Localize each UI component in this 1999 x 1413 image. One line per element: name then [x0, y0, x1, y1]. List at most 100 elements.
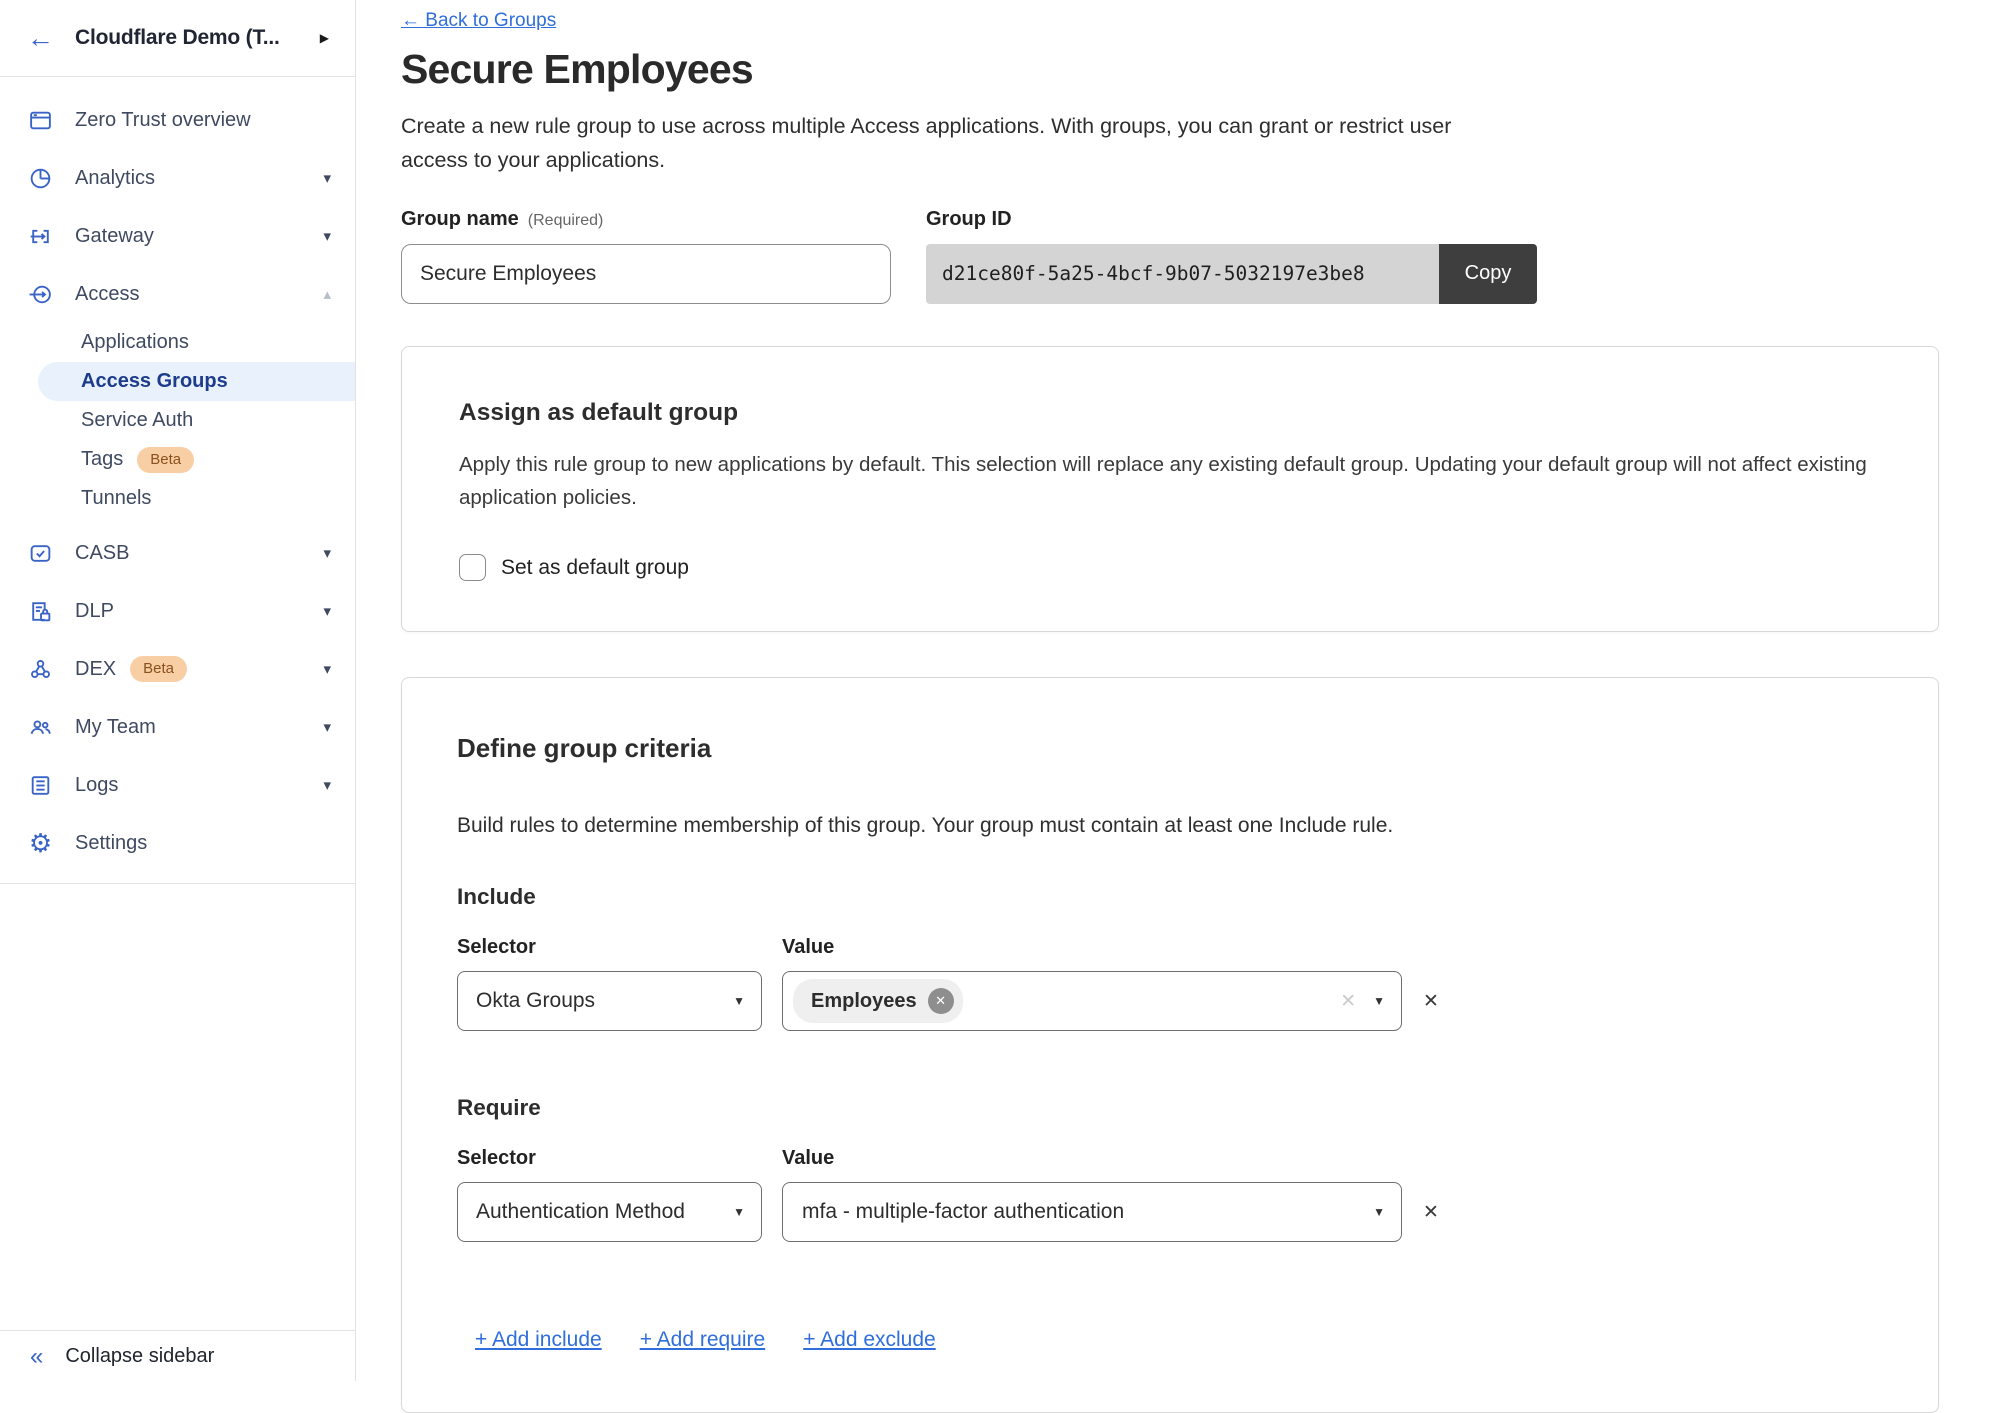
assign-default-group-card: Assign as default group Apply this rule …: [401, 346, 1939, 633]
sidebar-item-label: Logs: [75, 774, 118, 797]
group-name-input[interactable]: [401, 244, 891, 304]
sidebar-item-tags[interactable]: Tags Beta: [0, 440, 355, 479]
page-description: Create a new rule group to use across mu…: [401, 109, 1469, 178]
beta-badge: Beta: [137, 447, 194, 473]
sidebar: ← Cloudflare Demo (T... ▶ Zero Trust ove…: [0, 0, 356, 1381]
sidebar-item-tunnels[interactable]: Tunnels: [0, 479, 355, 518]
clear-values-icon[interactable]: ✕: [1340, 990, 1356, 1013]
sidebar-item-dlp[interactable]: DLP ▾: [0, 582, 355, 640]
sidebar-item-zero-trust-overview[interactable]: Zero Trust overview: [0, 91, 355, 149]
chevron-down-icon: ▾: [323, 169, 331, 187]
sidebar-item-label: CASB: [75, 542, 129, 565]
include-selector-dropdown[interactable]: Okta Groups ▼: [457, 971, 762, 1031]
sidebar-subitem-label: Access Groups: [81, 370, 228, 393]
sidebar-item-access-groups[interactable]: Access Groups: [38, 362, 355, 401]
card-title: Define group criteria: [457, 733, 1881, 764]
collapse-icon: «: [30, 1345, 43, 1369]
copy-button[interactable]: Copy: [1439, 244, 1537, 304]
sidebar-item-label: Gateway: [75, 225, 154, 248]
account-title: Cloudflare Demo (T...: [75, 26, 280, 50]
dex-icon: [27, 657, 54, 682]
chip-remove-icon[interactable]: ✕: [928, 988, 954, 1014]
page-title: Secure Employees: [401, 46, 1999, 93]
sidebar-item-label: DEX: [75, 658, 116, 681]
include-rule-row: Okta Groups ▼ Employees ✕ ✕ ▼ ✕: [457, 971, 1881, 1031]
require-rule-row: Authentication Method ▼ mfa - multiple-f…: [457, 1182, 1881, 1242]
chevron-down-icon: ▾: [323, 227, 331, 245]
chevron-down-icon: ▾: [323, 660, 331, 678]
expand-caret-icon[interactable]: ▶: [320, 31, 329, 45]
card-title: Assign as default group: [459, 399, 1881, 427]
chip-label: Employees: [811, 990, 917, 1013]
sidebar-item-analytics[interactable]: Analytics ▾: [0, 149, 355, 207]
chevron-down-icon: ▼: [1373, 994, 1385, 1008]
main-content: ← Back to Groups Secure Employees Create…: [356, 0, 1999, 1381]
sidebar-item-label: Analytics: [75, 167, 155, 190]
gear-icon: ⚙: [27, 830, 54, 856]
sidebar-subitem-label: Tunnels: [81, 487, 151, 510]
sidebar-item-label: Access: [75, 283, 139, 306]
sidebar-item-gateway[interactable]: Gateway ▾: [0, 207, 355, 265]
selected-option: Okta Groups: [476, 989, 595, 1013]
add-include-link[interactable]: + Add include: [475, 1328, 602, 1352]
sidebar-header: ← Cloudflare Demo (T... ▶: [0, 0, 355, 77]
chevron-down-icon: ▼: [1373, 1205, 1385, 1219]
sidebar-item-access[interactable]: Access ▴: [0, 265, 355, 323]
chevron-up-icon: ▴: [323, 285, 331, 303]
sidebar-item-label: My Team: [75, 716, 156, 739]
chevron-down-icon: ▾: [323, 602, 331, 620]
sidebar-item-dex[interactable]: DEX Beta ▾: [0, 640, 355, 698]
required-hint: (Required): [528, 212, 604, 230]
dlp-icon: [27, 599, 54, 624]
collapse-sidebar-button[interactable]: « Collapse sidebar: [0, 1330, 355, 1381]
value-label: Value: [782, 1147, 834, 1170]
my-team-icon: [27, 715, 54, 740]
sidebar-item-my-team[interactable]: My Team ▾: [0, 698, 355, 756]
value-label: Value: [782, 936, 834, 959]
back-arrow-icon[interactable]: ←: [27, 25, 54, 52]
gateway-icon: [27, 224, 54, 249]
logs-icon: [27, 773, 54, 798]
sidebar-item-applications[interactable]: Applications: [0, 323, 355, 362]
group-name-label: Group name: [401, 208, 519, 231]
sidebar-item-service-auth[interactable]: Service Auth: [0, 401, 355, 440]
remove-require-rule-icon[interactable]: ✕: [1423, 1201, 1439, 1224]
add-exclude-link[interactable]: + Add exclude: [803, 1328, 936, 1352]
sidebar-item-label: DLP: [75, 600, 114, 623]
selected-option: mfa - multiple-factor authentication: [793, 1200, 1124, 1224]
group-id-value: d21ce80f-5a25-4bcf-9b07-5032197e3be8: [926, 244, 1439, 304]
selector-label: Selector: [457, 936, 782, 959]
card-description: Apply this rule group to new application…: [459, 449, 1881, 515]
sidebar-item-label: Settings: [75, 832, 147, 855]
remove-include-rule-icon[interactable]: ✕: [1423, 990, 1439, 1013]
back-to-groups-link[interactable]: ← Back to Groups: [401, 10, 556, 32]
group-id-label: Group ID: [926, 208, 1012, 231]
card-description: Build rules to determine membership of t…: [457, 814, 1881, 838]
casb-icon: [27, 541, 54, 566]
add-require-link[interactable]: + Add require: [640, 1328, 766, 1352]
sidebar-subitem-label: Tags: [81, 448, 123, 471]
sidebar-item-casb[interactable]: CASB ▾: [0, 524, 355, 582]
chevron-down-icon: ▾: [323, 718, 331, 736]
sidebar-subitem-label: Applications: [81, 331, 189, 354]
selector-label: Selector: [457, 1147, 782, 1170]
sidebar-item-settings[interactable]: ⚙ Settings: [0, 814, 355, 872]
require-selector-dropdown[interactable]: Authentication Method ▼: [457, 1182, 762, 1242]
chevron-down-icon: ▼: [733, 1205, 745, 1219]
selected-option: Authentication Method: [476, 1200, 685, 1224]
chevron-down-icon: ▾: [323, 776, 331, 794]
set-default-checkbox-label: Set as default group: [501, 556, 689, 580]
value-chip: Employees ✕: [793, 979, 963, 1023]
define-group-criteria-card: Define group criteria Build rules to det…: [401, 677, 1939, 1413]
include-section-title: Include: [457, 884, 1881, 910]
sidebar-divider: [0, 883, 355, 884]
chevron-down-icon: ▼: [733, 994, 745, 1008]
include-value-multiselect[interactable]: Employees ✕ ✕ ▼: [782, 971, 1402, 1031]
sidebar-item-label: Zero Trust overview: [75, 109, 251, 132]
zero-trust-overview-icon: [27, 108, 54, 133]
sidebar-item-logs[interactable]: Logs ▾: [0, 756, 355, 814]
chevron-down-icon: ▾: [323, 544, 331, 562]
set-default-checkbox[interactable]: [459, 554, 486, 581]
require-value-dropdown[interactable]: mfa - multiple-factor authentication ✕ ▼: [782, 1182, 1402, 1242]
sidebar-subitem-label: Service Auth: [81, 409, 193, 432]
